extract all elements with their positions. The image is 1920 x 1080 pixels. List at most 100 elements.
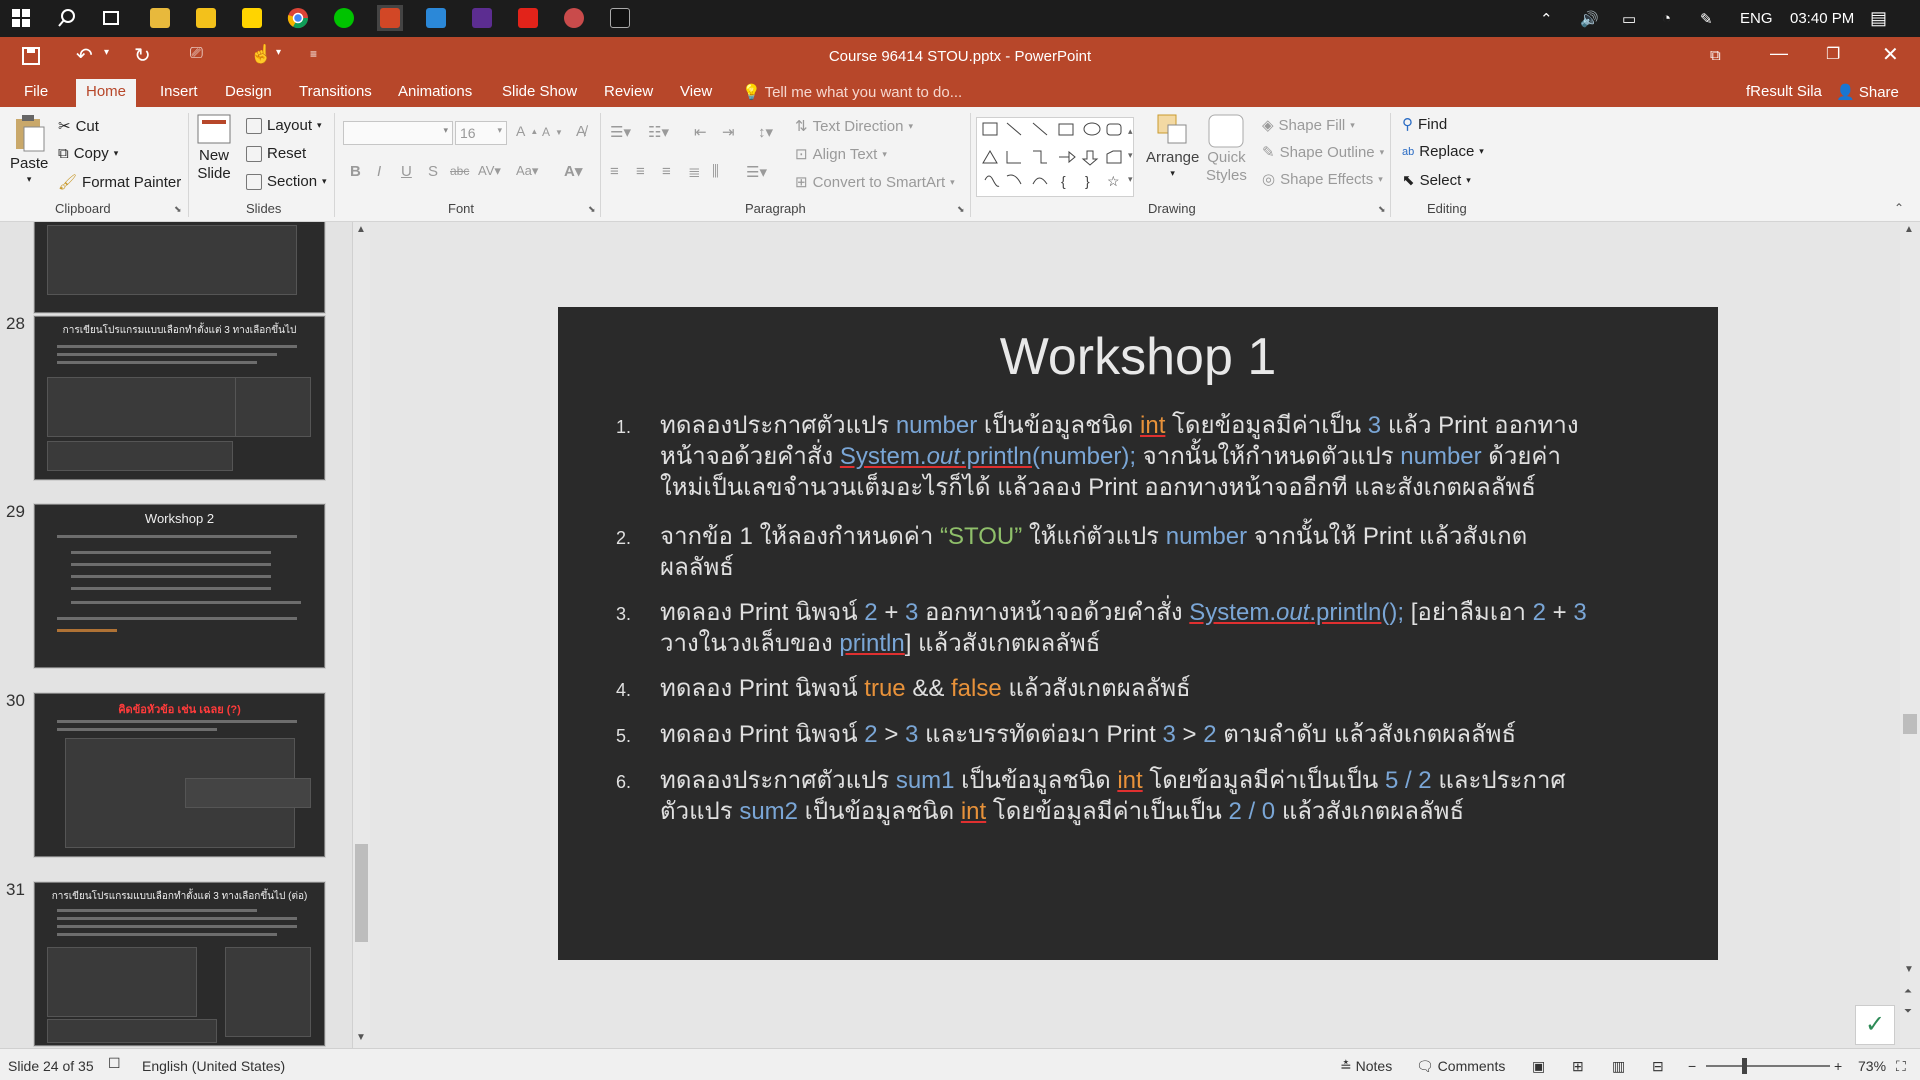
columns-button[interactable]: ⫼ <box>712 163 719 180</box>
tab-review[interactable]: Review <box>604 83 653 100</box>
fit-to-window-icon[interactable]: ⛶ <box>1896 1058 1906 1075</box>
align-center-button[interactable]: ≡ <box>636 163 645 180</box>
powerpoint-taskbar-icon[interactable] <box>377 5 403 31</box>
font-color-button[interactable]: A▾ <box>564 162 582 180</box>
font-family-box[interactable]: ▾ <box>343 121 453 145</box>
slide-canvas[interactable]: Workshop 1 1. ทดลองประกาศตัวแปร number เ… <box>558 307 1718 960</box>
zoom-slider-thumb[interactable] <box>1742 1058 1747 1074</box>
thumbnail-scrollbar[interactable]: ▲ ▼ <box>352 222 370 1048</box>
tab-design[interactable]: Design <box>225 83 272 100</box>
battery-icon[interactable]: ▭ <box>1622 0 1636 37</box>
slideshow-view-icon[interactable]: ⊟ <box>1652 1058 1664 1075</box>
zoom-out-icon[interactable]: − <box>1688 1058 1696 1074</box>
shapes-gallery[interactable]: { } ☆ <box>976 117 1134 197</box>
list-item[interactable]: 3. ทดลอง Print นิพจน์ 2 + 3 ออกทางหน้าจอ… <box>616 597 1590 659</box>
layout-button[interactable]: Layout ▾ <box>246 117 322 134</box>
line-icon[interactable] <box>331 5 357 31</box>
undo-dropdown-icon[interactable]: ▾ <box>104 47 109 58</box>
terminal-icon[interactable] <box>607 5 633 31</box>
notes-button[interactable]: ≛ Notes <box>1340 1058 1392 1075</box>
replace-button[interactable]: ab Replace ▾ <box>1402 143 1484 160</box>
copy-button[interactable]: ⧉ Copy ▾ <box>58 145 118 162</box>
wifi-icon[interactable]: ◔ <box>1662 0 1671 37</box>
quick-styles-button[interactable]: Quick Styles <box>1206 113 1247 185</box>
language-status[interactable]: English (United States) <box>142 1058 285 1074</box>
zoom-in-icon[interactable]: + <box>1834 1058 1842 1074</box>
decrease-indent-button[interactable]: ⇤ <box>694 123 707 141</box>
new-slide-button[interactable]: New Slide <box>196 113 232 183</box>
line-spacing-button[interactable]: ↕▾ <box>758 123 773 141</box>
font-launcher-icon[interactable]: ⬊ <box>588 204 596 215</box>
shadow-button[interactable]: S <box>428 163 438 180</box>
chrome-icon[interactable] <box>285 5 311 31</box>
check-icon[interactable]: ✓ <box>1855 1005 1895 1045</box>
underline-button[interactable]: U <box>401 163 412 180</box>
arrange-button[interactable]: Arrange ▾ <box>1146 113 1199 179</box>
touch-dropdown-icon[interactable]: ▾ <box>276 47 281 58</box>
shape-fill-button[interactable]: ◈ Shape Fill ▾ <box>1262 116 1355 135</box>
select-button[interactable]: ⬉ Select ▾ <box>1402 171 1471 190</box>
tab-file[interactable]: File <box>24 83 48 100</box>
paragraph-spacing-button[interactable]: ☰▾ <box>746 163 767 181</box>
app-icon-yellow[interactable] <box>193 5 219 31</box>
normal-view-icon[interactable]: ▣ <box>1532 1058 1545 1075</box>
restore-button[interactable]: ❐ <box>1826 44 1840 64</box>
file-explorer-icon[interactable] <box>147 5 173 31</box>
font-size-box[interactable]: 16 ▾ <box>455 121 507 145</box>
scroll-down-icon[interactable]: ▼ <box>356 1032 366 1043</box>
align-text-button[interactable]: ⊡ Align Text ▾ <box>795 145 887 164</box>
slide-thumbnail[interactable] <box>33 222 326 314</box>
scroll-down-icon[interactable]: ▼ <box>1904 964 1914 975</box>
list-item[interactable]: 1. ทดลองประกาศตัวแปร number เป็นข้อมูลชน… <box>616 410 1590 503</box>
language-indicator[interactable]: ENG <box>1740 0 1773 37</box>
align-right-button[interactable]: ≡ <box>662 163 671 180</box>
tab-home[interactable]: Home <box>76 79 137 107</box>
shapes-scroll-icon[interactable]: ▴ ▾ ▾ <box>1128 119 1133 191</box>
list-item[interactable]: 4. ทดลอง Print นิพจน์ true && false แล้ว… <box>616 673 1590 704</box>
ribbon-display-options-icon[interactable]: ⧉ <box>1710 47 1721 64</box>
find-button[interactable]: ⚲ Find <box>1402 115 1447 134</box>
reading-view-icon[interactable]: ▥ <box>1612 1058 1625 1075</box>
italic-button[interactable]: I <box>377 163 381 180</box>
tell-me-box[interactable]: 💡 Tell me what you want to do... <box>742 83 962 101</box>
clear-formatting-button[interactable]: A̸ <box>576 123 586 140</box>
slide-thumbnail[interactable]: Workshop 2 <box>33 503 326 669</box>
visual-studio-icon[interactable] <box>469 5 495 31</box>
text-direction-button[interactable]: ⇅ Text Direction ▾ <box>795 117 913 136</box>
acrobat-icon[interactable] <box>515 5 541 31</box>
clipboard-launcher-icon[interactable]: ⬊ <box>174 204 182 215</box>
touch-mode-icon[interactable]: ☝ <box>250 44 272 65</box>
slide-thumbnail[interactable]: การเขียนโปรแกรมแบบเลือกทำตั้งแต่ 3 ทางเล… <box>33 881 326 1047</box>
shape-effects-button[interactable]: ◎ Shape Effects ▾ <box>1262 170 1383 189</box>
sticky-notes-icon[interactable] <box>239 5 265 31</box>
comments-button[interactable]: 🗨 Comments <box>1416 1058 1505 1075</box>
slide-counter[interactable]: Slide 24 of 35 <box>8 1058 94 1074</box>
volume-icon[interactable]: 🔊 <box>1580 0 1599 37</box>
spell-check-icon[interactable]: ☐ <box>108 1055 121 1072</box>
list-item[interactable]: 5. ทดลอง Print นิพจน์ 2 > 3 และบรรทัดต่อ… <box>616 719 1590 750</box>
tab-transitions[interactable]: Transitions <box>299 83 372 100</box>
drawing-launcher-icon[interactable]: ⬊ <box>1378 204 1386 215</box>
undo-icon[interactable]: ↶ <box>76 43 93 68</box>
slide-sorter-icon[interactable]: ⊞ <box>1572 1058 1584 1075</box>
paragraph-launcher-icon[interactable]: ⬊ <box>957 204 965 215</box>
slide-thumbnail[interactable]: คิดข้อหัวข้อ เช่น เฉลย (?) <box>33 692 326 858</box>
slide-thumbnail[interactable]: การเขียนโปรแกรมแบบเลือกทำตั้งแต่ 3 ทางเล… <box>33 315 326 481</box>
convert-smartart-button[interactable]: ⊞ Convert to SmartArt ▾ <box>795 173 955 192</box>
scroll-up-icon[interactable]: ▲ <box>1904 224 1914 235</box>
search-icon[interactable] <box>54 5 80 31</box>
tab-animations[interactable]: Animations <box>398 83 472 100</box>
change-case-button[interactable]: Aa▾ <box>516 163 538 179</box>
zoom-level[interactable]: 73% <box>1858 1058 1886 1074</box>
tray-chevron-icon[interactable]: ⌃ <box>1540 0 1553 37</box>
tab-view[interactable]: View <box>680 83 712 100</box>
strikethrough-button[interactable]: abc <box>450 164 469 178</box>
customize-qat-icon[interactable]: ≡ <box>310 47 317 61</box>
tab-slide-show[interactable]: Slide Show <box>502 83 577 100</box>
user-name[interactable]: fResult Sila <box>1746 83 1822 100</box>
collapse-ribbon-icon[interactable]: ⌃ <box>1894 201 1904 215</box>
share-button[interactable]: 👤 Share <box>1836 83 1899 101</box>
shape-outline-button[interactable]: ✎ Shape Outline ▾ <box>1262 143 1384 162</box>
scrollbar-thumb[interactable] <box>1903 714 1917 734</box>
justify-button[interactable]: ≣ <box>688 163 701 181</box>
